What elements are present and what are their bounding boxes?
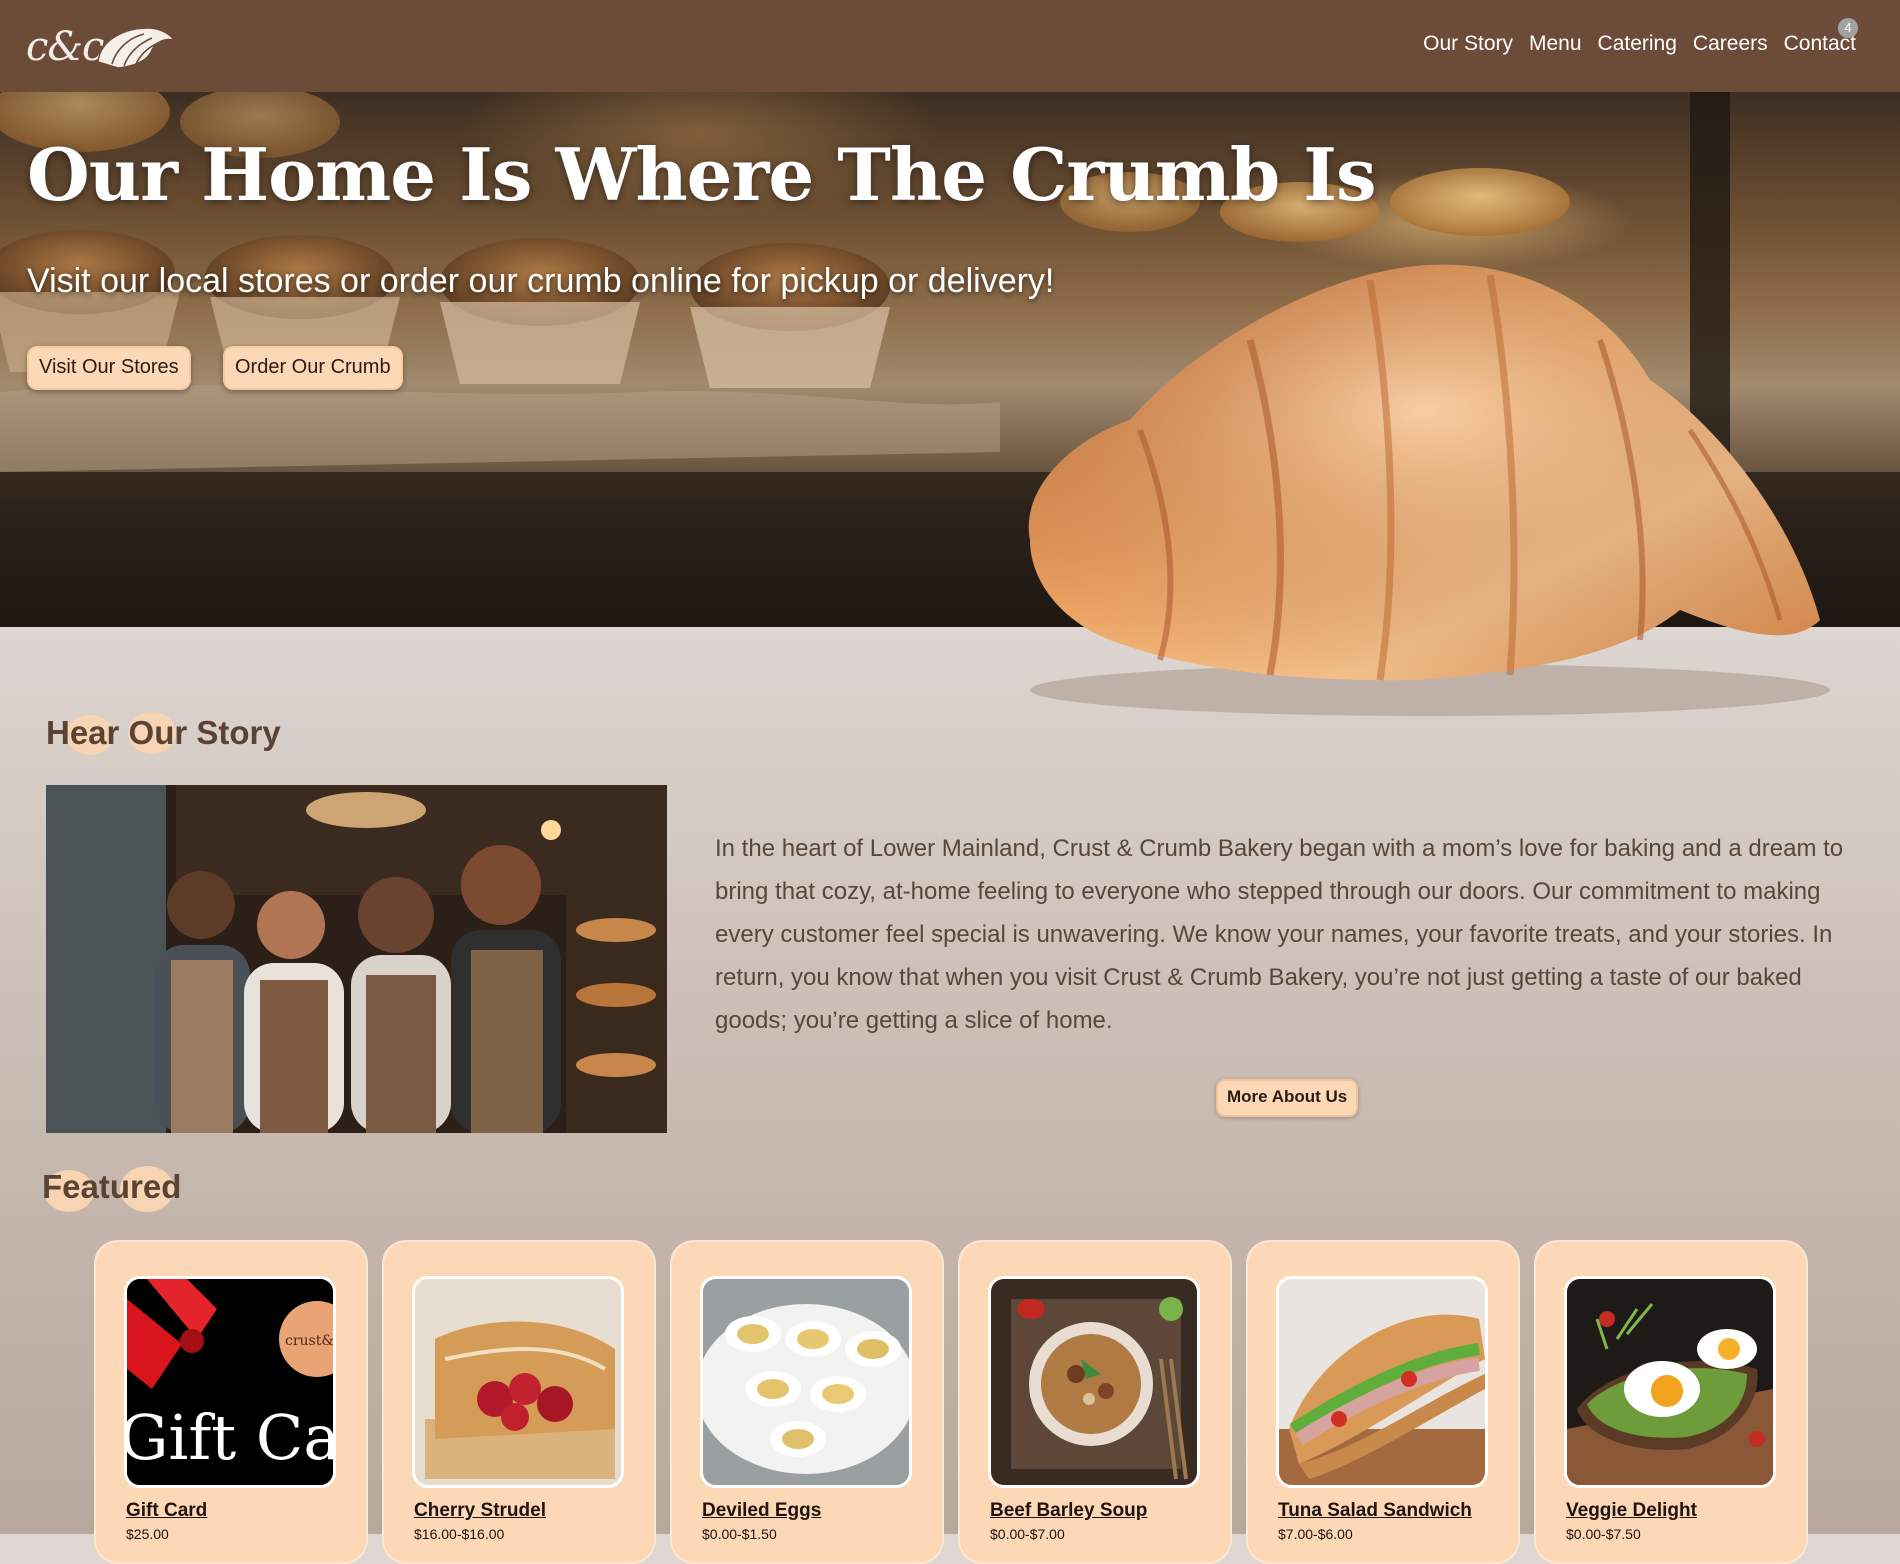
- order-crumb-button[interactable]: Order Our Crumb: [223, 346, 403, 390]
- nav-menu[interactable]: Menu: [1529, 32, 1582, 56]
- gift-card-brand: crust&: [285, 1333, 333, 1349]
- beef-barley-soup-image: [988, 1276, 1200, 1488]
- product-card[interactable]: crust& Gift Car Gift Card $25.00: [94, 1240, 368, 1564]
- product-card[interactable]: Tuna Salad Sandwich $7.00-$6.00: [1246, 1240, 1520, 1564]
- product-price: $0.00-$1.50: [702, 1526, 777, 1542]
- product-price: $0.00-$7.00: [990, 1526, 1065, 1542]
- contact-badge: 4: [1838, 18, 1858, 38]
- site-header: c&c Our Story Menu Catering Careers Cont…: [0, 0, 1900, 92]
- hero-subtitle: Visit our local stores or order our crum…: [27, 262, 1055, 300]
- nav-contact-wrap: Contact 4: [1784, 18, 1858, 56]
- nav-careers[interactable]: Careers: [1693, 32, 1768, 56]
- site-logo[interactable]: c&c: [26, 20, 176, 74]
- product-price: $0.00-$7.50: [1566, 1526, 1641, 1542]
- nav-our-story[interactable]: Our Story: [1423, 32, 1513, 56]
- hero-title: Our Home Is Where The Crumb Is: [27, 132, 1376, 217]
- product-name[interactable]: Beef Barley Soup: [990, 1500, 1147, 1522]
- product-price: $16.00-$16.00: [414, 1526, 505, 1542]
- nav-catering[interactable]: Catering: [1598, 32, 1677, 56]
- bakery-staff-photo: [46, 785, 667, 1133]
- story-paragraph: In the heart of Lower Mainland, Crust & …: [715, 835, 1844, 1034]
- story-title: Hear Our Story: [46, 714, 281, 751]
- featured-title: Featured: [42, 1168, 182, 1205]
- product-card[interactable]: Beef Barley Soup $0.00-$7.00: [958, 1240, 1232, 1564]
- product-price: $7.00-$6.00: [1278, 1526, 1353, 1542]
- croissant-image: [1028, 264, 1830, 716]
- veggie-delight-image: [1564, 1276, 1776, 1488]
- croissant-logo-icon: [97, 27, 176, 69]
- product-price: $25.00: [126, 1526, 169, 1542]
- product-card[interactable]: Deviled Eggs $0.00-$1.50: [670, 1240, 944, 1564]
- product-name[interactable]: Gift Card: [126, 1500, 207, 1522]
- tuna-sandwich-image: [1276, 1276, 1488, 1488]
- deviled-eggs-image: [700, 1276, 912, 1488]
- product-card[interactable]: Veggie Delight $0.00-$7.50: [1534, 1240, 1808, 1564]
- gift-card-image: crust& Gift Car: [124, 1276, 336, 1488]
- product-name[interactable]: Veggie Delight: [1566, 1500, 1697, 1522]
- product-card[interactable]: Cherry Strudel $16.00-$16.00: [382, 1240, 656, 1564]
- product-name[interactable]: Tuna Salad Sandwich: [1278, 1500, 1472, 1522]
- product-name[interactable]: Deviled Eggs: [702, 1500, 821, 1522]
- cherry-strudel-image: [412, 1276, 624, 1488]
- gift-card-label: Gift Car: [127, 1401, 333, 1474]
- product-name[interactable]: Cherry Strudel: [414, 1500, 546, 1522]
- more-about-us-button[interactable]: More About Us: [1216, 1079, 1359, 1117]
- main-nav: Our Story Menu Catering Careers Contact …: [1423, 18, 1858, 56]
- visit-stores-button[interactable]: Visit Our Stores: [27, 346, 191, 390]
